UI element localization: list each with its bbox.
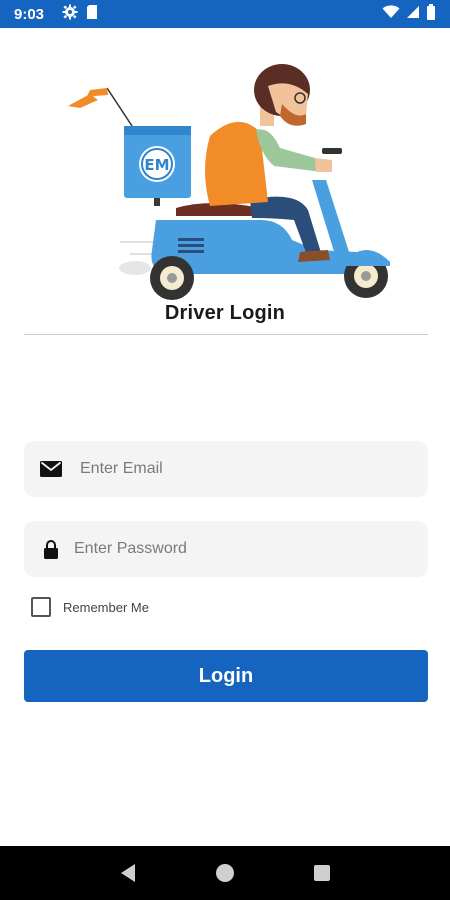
lock-icon — [36, 537, 66, 561]
system-nav-bar — [0, 846, 450, 900]
back-icon[interactable] — [108, 853, 148, 893]
cell-signal-icon — [406, 5, 420, 24]
status-right — [382, 3, 436, 25]
status-left: 9:03 — [14, 4, 98, 25]
email-field[interactable] — [24, 441, 428, 497]
mail-icon — [36, 457, 66, 481]
battery-icon — [426, 3, 436, 25]
email-input[interactable] — [66, 441, 428, 497]
remember-me-row[interactable]: Remember Me — [31, 597, 149, 617]
remember-me-checkbox[interactable] — [31, 597, 51, 617]
page-title: Driver Login — [164, 302, 286, 324]
sim-card-icon — [86, 4, 98, 25]
delivery-scooter-rider-illustration: EM — [60, 50, 400, 300]
remember-me-label[interactable]: Remember Me — [63, 600, 149, 615]
status-bar: 9:03 — [0, 0, 450, 28]
password-field[interactable] — [24, 521, 428, 577]
wifi-icon — [382, 4, 400, 24]
gear-icon — [62, 4, 78, 25]
recents-icon[interactable] — [302, 853, 342, 893]
status-time: 9:03 — [14, 5, 45, 23]
password-input[interactable] — [66, 521, 428, 577]
title-divider — [24, 334, 428, 335]
login-button[interactable]: Login — [24, 650, 428, 702]
box-logo: EM — [144, 156, 169, 174]
home-icon[interactable] — [205, 853, 245, 893]
